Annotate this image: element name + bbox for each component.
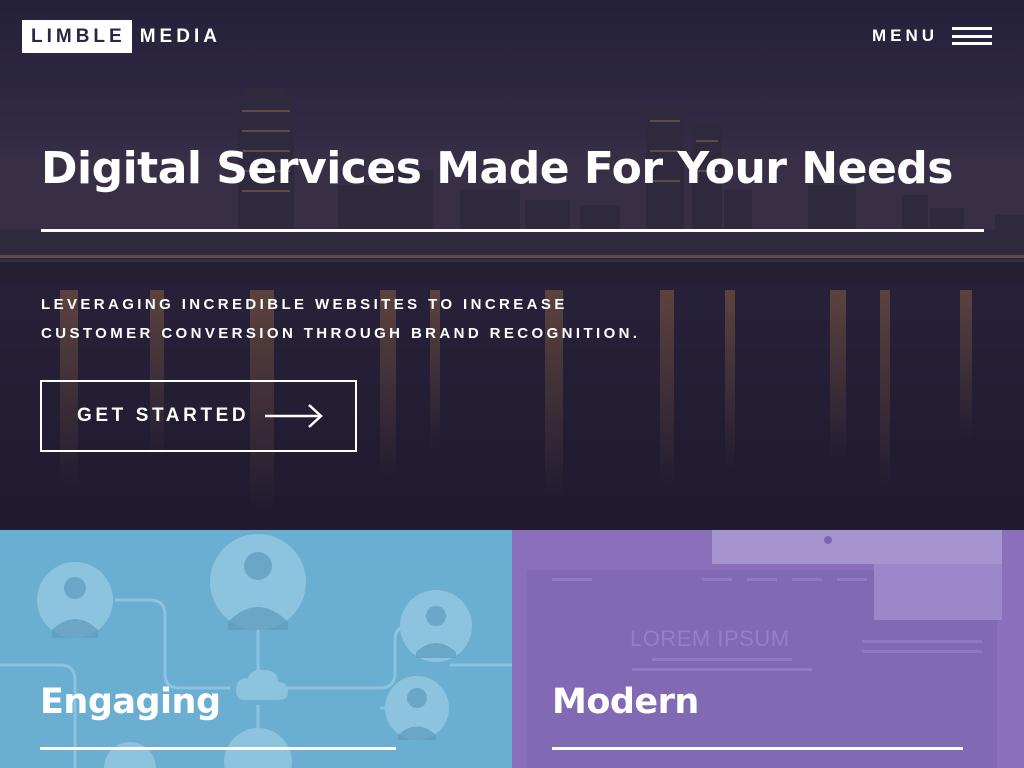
arrow-right-icon <box>265 404 324 428</box>
hero-title: Digital Services Made For Your Needs <box>41 143 953 194</box>
card-divider-modern <box>552 747 963 750</box>
hero-subtitle-line-2: CUSTOMER CONVERSION THROUGH BRAND RECOGN… <box>41 325 641 342</box>
hero-subtitle-line-1: LEVERAGING INCREDIBLE WEBSITES TO INCREA… <box>41 296 568 313</box>
site-logo[interactable]: LIMBLE MEDIA <box>22 20 221 53</box>
feature-card-engaging[interactable]: Engaging <box>0 530 512 768</box>
mockup-ghost-text: LOREM IPSUM <box>630 626 790 651</box>
hamburger-icon <box>952 27 992 45</box>
menu-label: MENU <box>871 26 938 45</box>
feature-card-modern[interactable]: LOREM IPSUM Modern <box>512 530 1024 768</box>
card-title-modern: Modern <box>552 682 699 722</box>
get-started-button[interactable]: GET STARTED <box>40 380 357 452</box>
hero-subtitle: LEVERAGING INCREDIBLE WEBSITES TO INCREA… <box>41 290 941 348</box>
get-started-label: GET STARTED <box>77 405 250 426</box>
hero-section: LIMBLE MEDIA MENU Digital Services Made … <box>0 0 1024 530</box>
card-title-engaging: Engaging <box>40 682 221 722</box>
card-divider-engaging <box>40 747 396 750</box>
hero-divider <box>41 229 984 232</box>
logo-box-text: LIMBLE <box>22 20 132 53</box>
network-people-illustration <box>0 534 512 768</box>
menu-button[interactable]: MENU <box>872 25 992 47</box>
logo-text: MEDIA <box>139 26 221 47</box>
